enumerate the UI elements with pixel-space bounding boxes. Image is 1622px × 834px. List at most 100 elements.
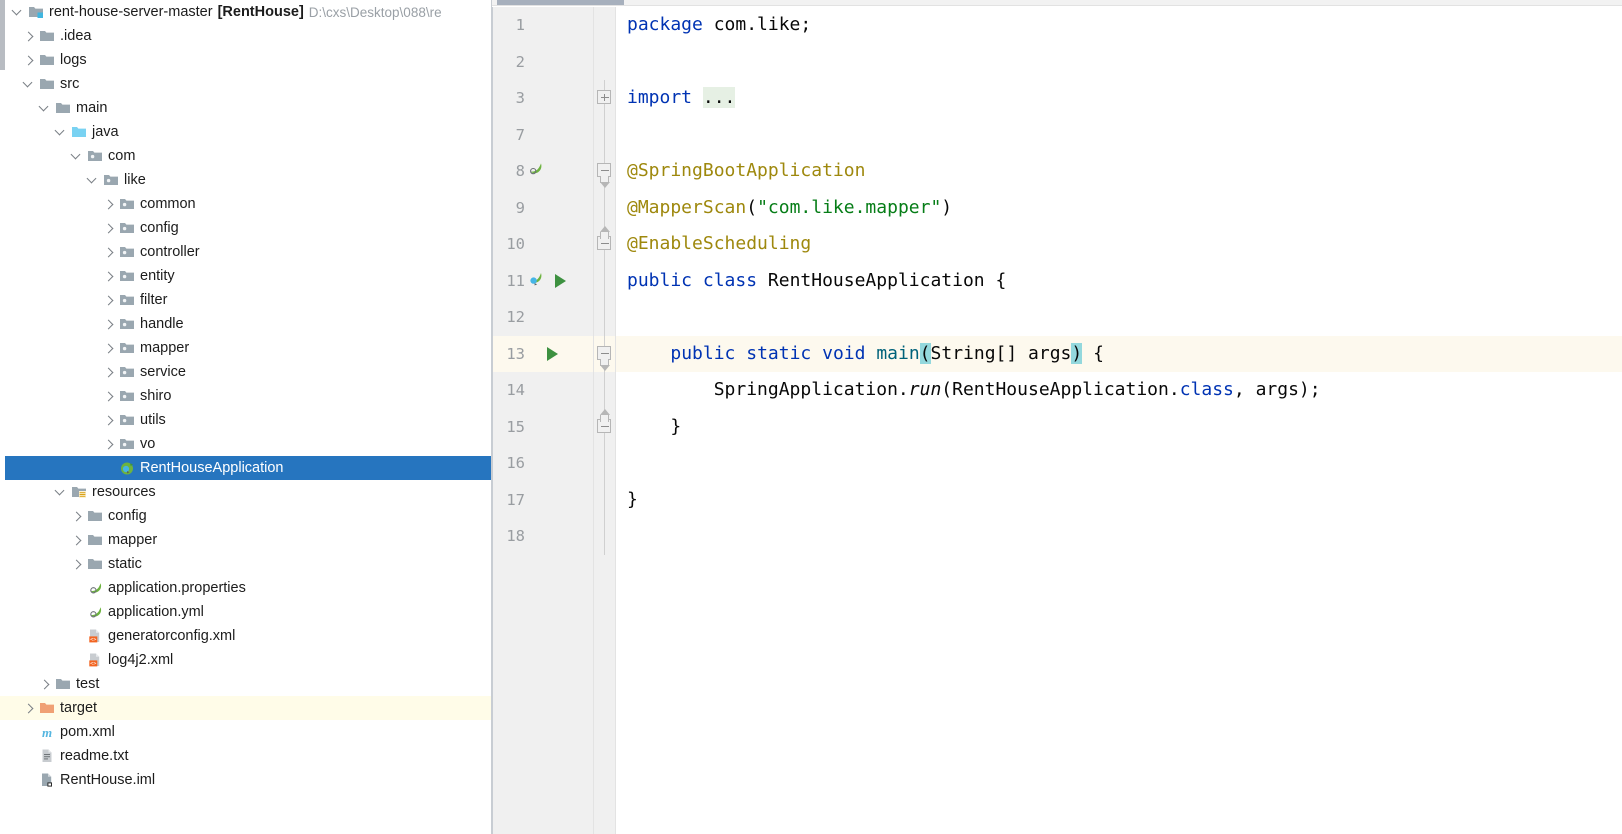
tree-row-logs[interactable]: logs (0, 48, 491, 72)
tree-row-config[interactable]: config (0, 504, 491, 528)
tree-row-service[interactable]: service (0, 360, 491, 384)
tree-row-renthouseapplication[interactable]: RentHouseApplication (5, 456, 491, 480)
tree-row-handle[interactable]: handle (0, 312, 491, 336)
chevron-right-icon[interactable] (69, 552, 85, 576)
code-line-13[interactable]: public static void main(String[] args) { (616, 335, 1622, 372)
code-editor[interactable]: 1 2 3 7 8 9 10 11 12 13 14 15 16 17 18 package com.lik… (492, 0, 1622, 834)
tree-row-project-root[interactable]: rent-house-server-master [RentHouse] D:\… (0, 0, 491, 24)
fold-line-9[interactable] (594, 189, 615, 226)
fold-line-16[interactable] (594, 445, 615, 482)
tree-row-src[interactable]: src (0, 72, 491, 96)
chevron-right-icon[interactable] (101, 384, 117, 408)
fold-line-15[interactable] (594, 408, 615, 445)
gutter-line-14[interactable]: 14 (493, 372, 593, 409)
gutter-line-1[interactable]: 1 (493, 7, 593, 44)
chevron-right-icon[interactable] (101, 240, 117, 264)
chevron-down-icon[interactable] (53, 480, 69, 504)
project-tool-window[interactable]: rent-house-server-master [RentHouse] D:\… (0, 0, 492, 834)
tree-row-mapper[interactable]: mapper (0, 336, 491, 360)
fold-line-18[interactable] (594, 518, 615, 555)
tree-row-shiro[interactable]: shiro (0, 384, 491, 408)
tree-row--idea[interactable]: .idea (0, 24, 491, 48)
code-line-15[interactable]: } (616, 409, 1622, 446)
editor-fold-column[interactable] (594, 7, 616, 834)
gutter-line-13[interactable]: 13 (493, 335, 593, 372)
tree-row-entity[interactable]: entity (0, 264, 491, 288)
tree-row-log4j2-xml[interactable]: <> log4j2.xml (0, 648, 491, 672)
tree-row-resources[interactable]: resources (0, 480, 491, 504)
spring-bean-icon[interactable] (527, 271, 543, 292)
fold-line-12[interactable] (594, 299, 615, 336)
gutter-line-2[interactable]: 2 (493, 44, 593, 81)
run-icon[interactable] (547, 346, 558, 361)
chevron-right-icon[interactable] (101, 336, 117, 360)
tree-row-filter[interactable]: filter (0, 288, 491, 312)
editor-code-area[interactable]: package com.like; import ... @SpringBoot… (616, 7, 1622, 834)
fold-expand-icon[interactable] (597, 90, 611, 104)
gutter-line-12[interactable]: 12 (493, 299, 593, 336)
chevron-down-icon[interactable] (21, 72, 37, 96)
gutter-line-7[interactable]: 7 (493, 117, 593, 154)
tree-row-application-yml[interactable]: application.yml (0, 600, 491, 624)
chevron-down-icon[interactable] (37, 96, 53, 120)
chevron-right-icon[interactable] (101, 288, 117, 312)
chevron-right-icon[interactable] (101, 360, 117, 384)
tree-row-common[interactable]: common (0, 192, 491, 216)
tree-row-config[interactable]: config (0, 216, 491, 240)
chevron-right-icon[interactable] (101, 192, 117, 216)
code-line-8[interactable]: @SpringBootApplication (616, 153, 1622, 190)
chevron-right-icon[interactable] (21, 696, 37, 720)
editor-horizontal-scrollbar-track[interactable] (492, 0, 1622, 6)
tree-row-vo[interactable]: vo (0, 432, 491, 456)
fold-line-2[interactable] (594, 44, 615, 81)
fold-line-17[interactable] (594, 481, 615, 518)
chevron-right-icon[interactable] (37, 672, 53, 696)
tree-row-mapper[interactable]: mapper (0, 528, 491, 552)
code-line-7[interactable] (616, 117, 1622, 154)
fold-collapse-icon[interactable] (597, 163, 611, 177)
editor-horizontal-scrollbar-thumb[interactable] (497, 0, 624, 5)
gutter-line-15[interactable]: 15 (493, 409, 593, 446)
chevron-down-icon[interactable] (53, 120, 69, 144)
chevron-right-icon[interactable] (69, 504, 85, 528)
code-line-18[interactable] (616, 518, 1622, 555)
tree-row-pom-xml[interactable]: m pom.xml (0, 720, 491, 744)
tree-row-test[interactable]: test (0, 672, 491, 696)
code-line-3[interactable]: import ... (616, 80, 1622, 117)
tree-row-readme-txt[interactable]: readme.txt (0, 744, 491, 768)
tree-row-static[interactable]: static (0, 552, 491, 576)
code-line-1[interactable]: package com.like; (616, 7, 1622, 44)
chevron-down-icon[interactable] (69, 144, 85, 168)
gutter-line-9[interactable]: 9 (493, 190, 593, 227)
chevron-right-icon[interactable] (21, 24, 37, 48)
code-line-2[interactable] (616, 44, 1622, 81)
code-line-14[interactable]: SpringApplication.run(RentHouseApplicati… (616, 372, 1622, 409)
fold-collapse-icon[interactable] (597, 345, 611, 360)
tree-row-controller[interactable]: controller (0, 240, 491, 264)
fold-line-11[interactable] (594, 262, 615, 299)
gutter-line-16[interactable]: 16 (493, 445, 593, 482)
gutter-line-11[interactable]: 11 (493, 263, 593, 300)
gutter-line-3[interactable]: 3 (493, 80, 593, 117)
chevron-down-icon[interactable] (10, 0, 26, 24)
code-line-12[interactable] (616, 299, 1622, 336)
fold-line-3[interactable] (594, 80, 615, 117)
gutter-line-18[interactable]: 18 (493, 518, 593, 555)
code-line-11[interactable]: public class RentHouseApplication { (616, 263, 1622, 300)
chevron-right-icon[interactable] (101, 216, 117, 240)
chevron-down-icon[interactable] (85, 168, 101, 192)
code-line-9[interactable]: @MapperScan("com.like.mapper") (616, 190, 1622, 227)
chevron-right-icon[interactable] (69, 528, 85, 552)
tree-row-main[interactable]: main (0, 96, 491, 120)
tree-row-target[interactable]: target (0, 696, 491, 720)
fold-line-13[interactable] (594, 335, 615, 372)
tree-row-java[interactable]: java (0, 120, 491, 144)
tree-row-like[interactable]: like (0, 168, 491, 192)
chevron-right-icon[interactable] (101, 432, 117, 456)
run-icon[interactable] (555, 273, 566, 288)
code-line-10[interactable]: @EnableScheduling (616, 226, 1622, 263)
fold-line-8[interactable] (594, 153, 615, 190)
tree-row-utils[interactable]: utils (0, 408, 491, 432)
fold-line-1[interactable] (594, 7, 615, 44)
code-line-17[interactable]: } (616, 482, 1622, 519)
